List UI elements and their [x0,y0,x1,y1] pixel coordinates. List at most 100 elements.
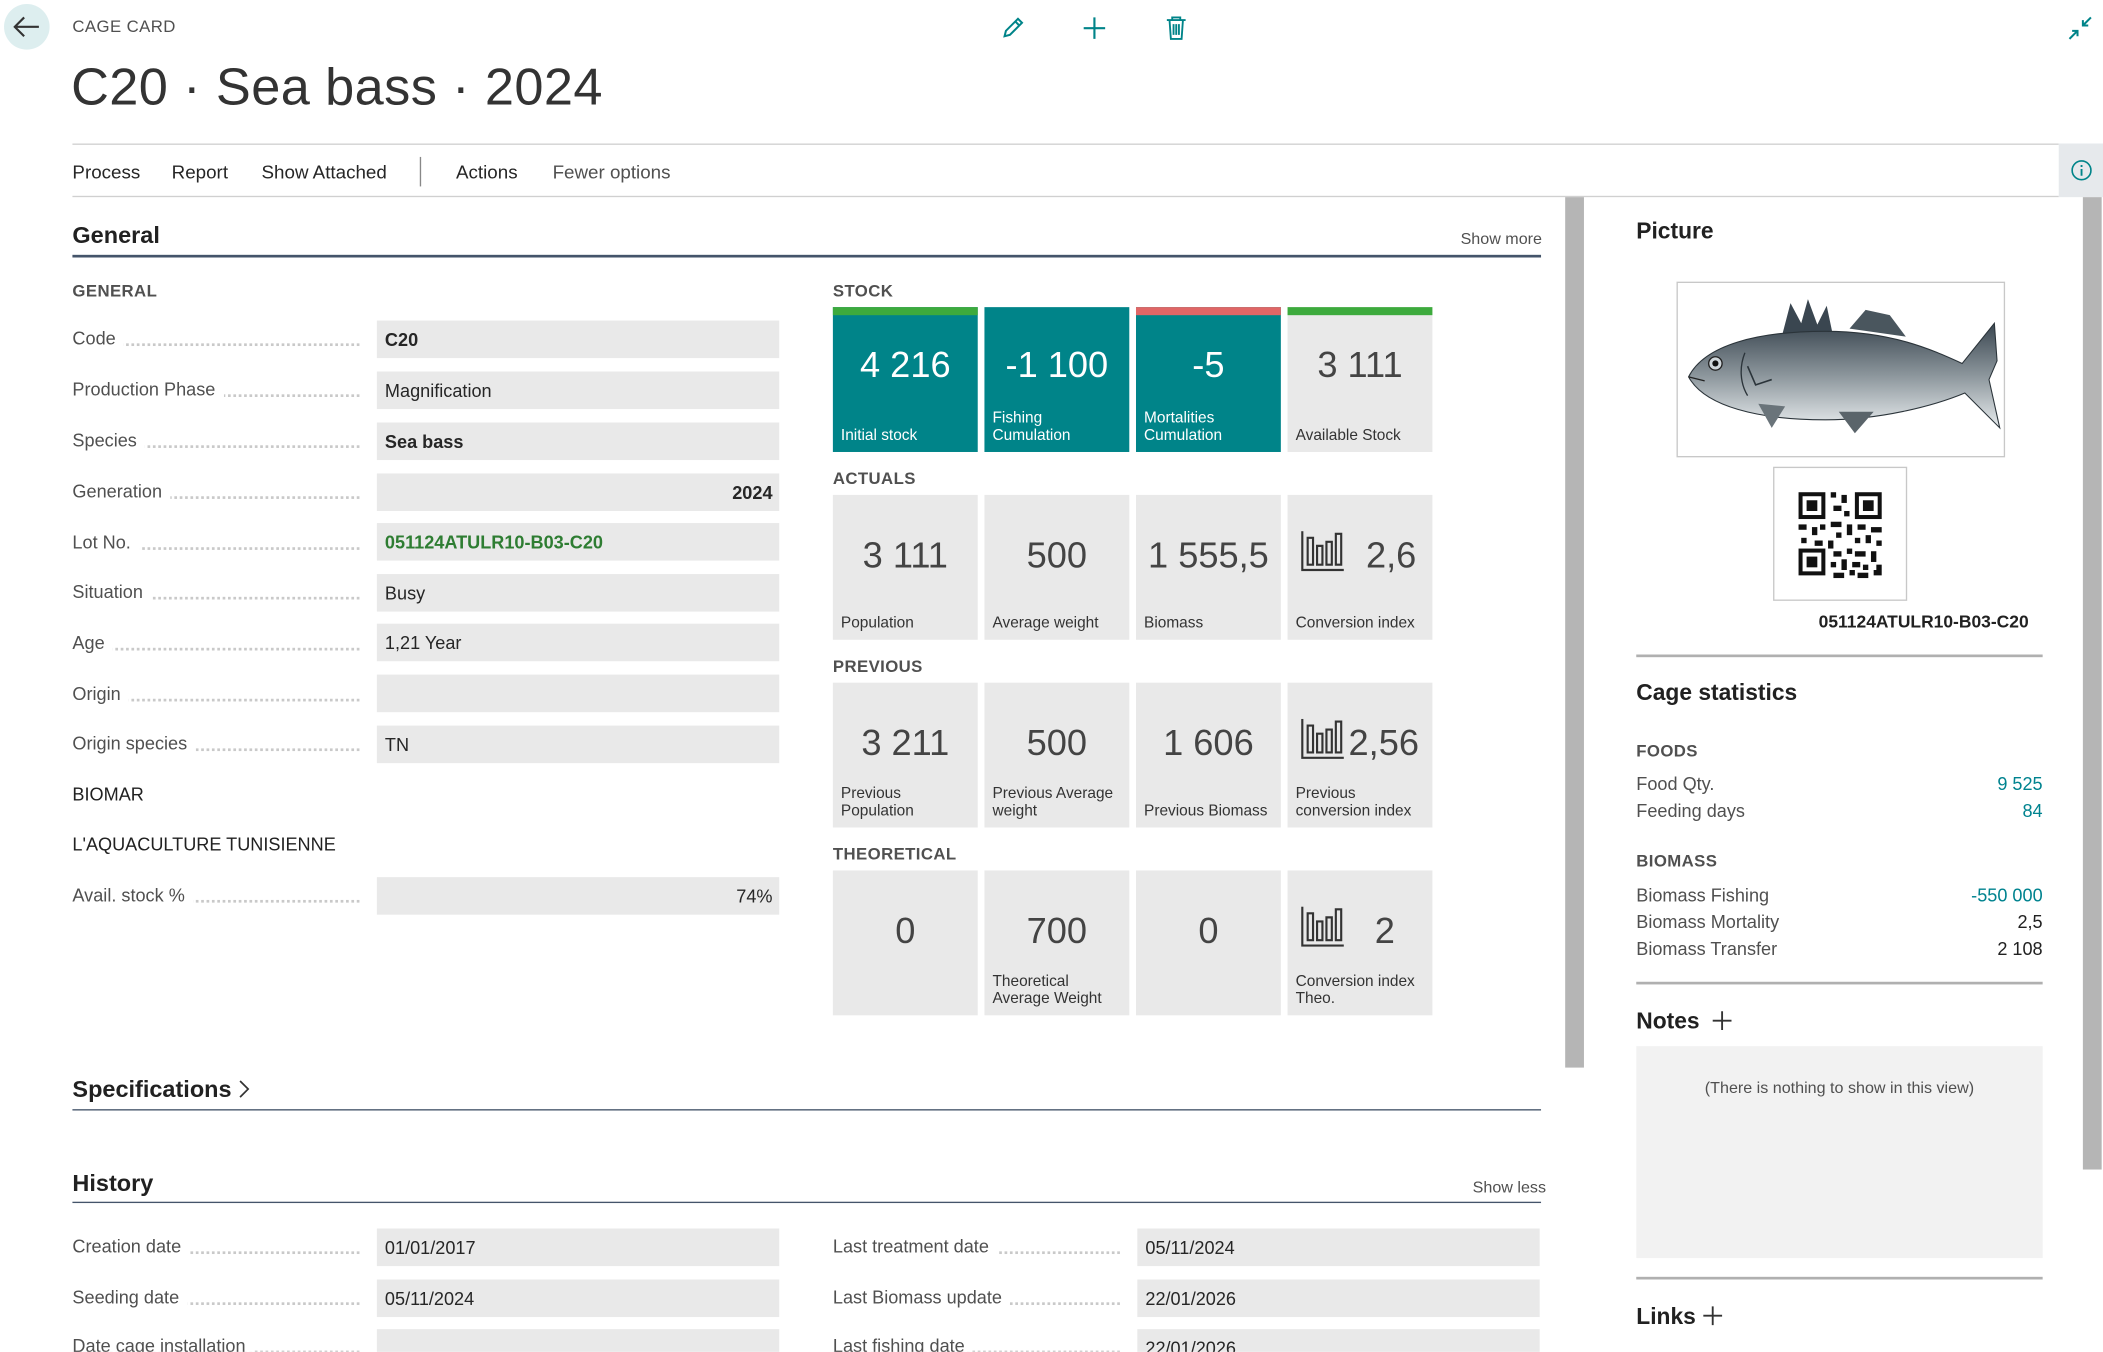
edit-button[interactable] [994,9,1032,47]
situation-field[interactable]: Busy [376,574,780,612]
bar-chart-icon [1301,531,1344,572]
main-scrollbar[interactable] [1565,197,1584,1068]
food-qty-value[interactable]: 9 525 [1909,774,2042,794]
conversion-index-theo-tile[interactable]: 2 Conversion index Theo. [1287,870,1433,1016]
mortalities-cumulation-tile[interactable]: -5 Mortalities Cumulation [1135,307,1281,452]
add-note-button[interactable] [1711,1010,1732,1038]
previous-conversion-index-tile[interactable]: 2,56 Previous conversion index [1287,682,1433,828]
theoretical-tile-3[interactable]: 0 [1135,870,1281,1016]
factbox-scrollbar[interactable] [2082,197,2102,1170]
biomass-transfer-label: Biomass Transfer [1636,938,1778,959]
fishing-cumulation-tile[interactable]: -1 100 Fishing Cumulation [984,307,1130,452]
species-field[interactable]: Sea bass [376,422,780,461]
show-more-link[interactable]: Show more [1461,229,1542,248]
theoretical-average-weight-tile[interactable]: 700 Theoretical Average Weight [984,870,1130,1016]
tile-value: 3 111 [862,535,948,576]
tile-value: 2 [1374,910,1395,951]
code-label: Code [72,328,367,349]
date-cage-installation-field[interactable] [376,1329,780,1352]
previous-population-tile[interactable]: 3 211 Previous Population [832,682,978,828]
origin-species-field[interactable]: TN [376,725,780,764]
seeding-date-field[interactable]: 05/11/2024 [376,1279,780,1318]
tile-caption: Average weight [992,615,1099,632]
creation-date-label: Creation date [72,1236,367,1257]
last-biomass-update-field[interactable]: 22/01/2026 [1137,1279,1540,1318]
qr-code[interactable] [1773,466,1908,601]
tile-caption: Previous Average weight [992,785,1114,820]
biomass-fishing-label: Biomass Fishing [1636,885,1770,906]
general-group-title: GENERAL [72,281,158,301]
add-link-button[interactable] [1702,1305,1723,1333]
last-fishing-date-field[interactable]: 22/01/2026 [1137,1329,1540,1352]
theoretical-tile-1[interactable]: 0 [832,870,978,1016]
plus-icon [1703,1306,1723,1326]
tile-caption: Conversion index [1295,615,1415,632]
tile-value: 0 [1198,910,1219,951]
statistics-divider [1636,981,2043,985]
tile-caption: Biomass [1144,615,1204,632]
conversion-index-tile[interactable]: 2,6 Conversion index [1287,494,1433,640]
tile-value: 3 211 [861,722,950,764]
tile-value: 1 606 [1163,722,1254,764]
history-divider [72,1201,1542,1204]
tile-caption: Previous conversion index [1295,785,1412,820]
report-menu[interactable]: Report [172,161,228,182]
plus-icon [1083,17,1106,39]
picture-divider [1636,654,2043,658]
biomass-fishing-value[interactable]: -550 000 [1909,885,2042,905]
cage-statistics-title: Cage statistics [1636,679,1798,706]
plus-icon [1712,1011,1732,1031]
available-stock-tile[interactable]: 3 111 Available Stock [1287,307,1433,452]
actions-menu[interactable]: Actions [456,161,518,182]
new-button[interactable] [1076,9,1114,47]
feeding-days-value[interactable]: 84 [1909,801,2042,821]
fewer-options-button[interactable]: Fewer options [553,161,671,182]
tile-value: 500 [1026,722,1088,764]
initial-stock-tile[interactable]: 4 216 Initial stock [832,307,978,452]
action-bar: Process Report Show Attached Actions Few… [72,143,2059,198]
tile-value: 1 555,5 [1148,535,1269,576]
delete-button[interactable] [1157,9,1195,47]
origin-label: Origin [72,684,367,705]
trash-icon [1166,16,1186,40]
age-field[interactable]: 1,21 Year [376,623,780,662]
history-section-title[interactable]: History [72,1170,153,1198]
qr-code-icon [1798,492,1882,579]
generation-field[interactable]: 2024 [376,473,780,511]
bar-chart-icon [1301,718,1344,759]
theoretical-group-title: THEORETICAL [832,844,957,864]
back-button[interactable] [4,4,50,50]
process-menu[interactable]: Process [72,161,140,182]
average-weight-tile[interactable]: 500 Average weight [984,494,1130,640]
last-treatment-date-field[interactable]: 05/11/2024 [1137,1228,1540,1267]
origin-field[interactable] [376,674,780,713]
code-field[interactable]: C20 [376,320,780,359]
biomass-transfer-value: 2 108 [1997,938,2043,959]
lot-no-field[interactable]: 051124ATULR10-B03-C20 [376,523,780,561]
tile-caption: Previous Biomass [1144,803,1268,820]
creation-date-field[interactable]: 01/01/2017 [376,1228,780,1267]
show-attached-menu[interactable]: Show Attached [262,161,387,182]
situation-label: Situation [72,582,367,603]
arrow-left-icon [13,16,39,37]
general-divider [72,254,1542,258]
tile-caption: Theoretical Average Weight [992,973,1102,1008]
tile-caption: Conversion index Theo. [1295,973,1415,1008]
biomass-group-title: BIOMASS [1636,851,1718,871]
previous-average-weight-tile[interactable]: 500 Previous Average weight [984,682,1130,828]
production-phase-field[interactable]: Magnification [376,371,780,410]
factbox-toggle[interactable] [2058,143,2103,198]
species-label: Species [72,430,367,451]
collapse-button[interactable] [2061,9,2099,47]
show-less-link[interactable]: Show less [1473,1178,1546,1197]
avail-stock-field[interactable]: 74% [376,877,780,915]
fish-picture[interactable] [1676,281,2006,458]
population-tile[interactable]: 3 111 Population [832,494,978,640]
previous-biomass-tile[interactable]: 1 606 Previous Biomass [1135,682,1281,828]
foods-group-title: FOODS [1636,741,1698,761]
generation-label: Generation [72,481,367,502]
general-section-title[interactable]: General [72,221,159,249]
specifications-section-title[interactable]: Specifications [72,1076,250,1104]
tile-value: 0 [895,910,916,951]
biomass-tile[interactable]: 1 555,5 Biomass [1135,494,1281,640]
